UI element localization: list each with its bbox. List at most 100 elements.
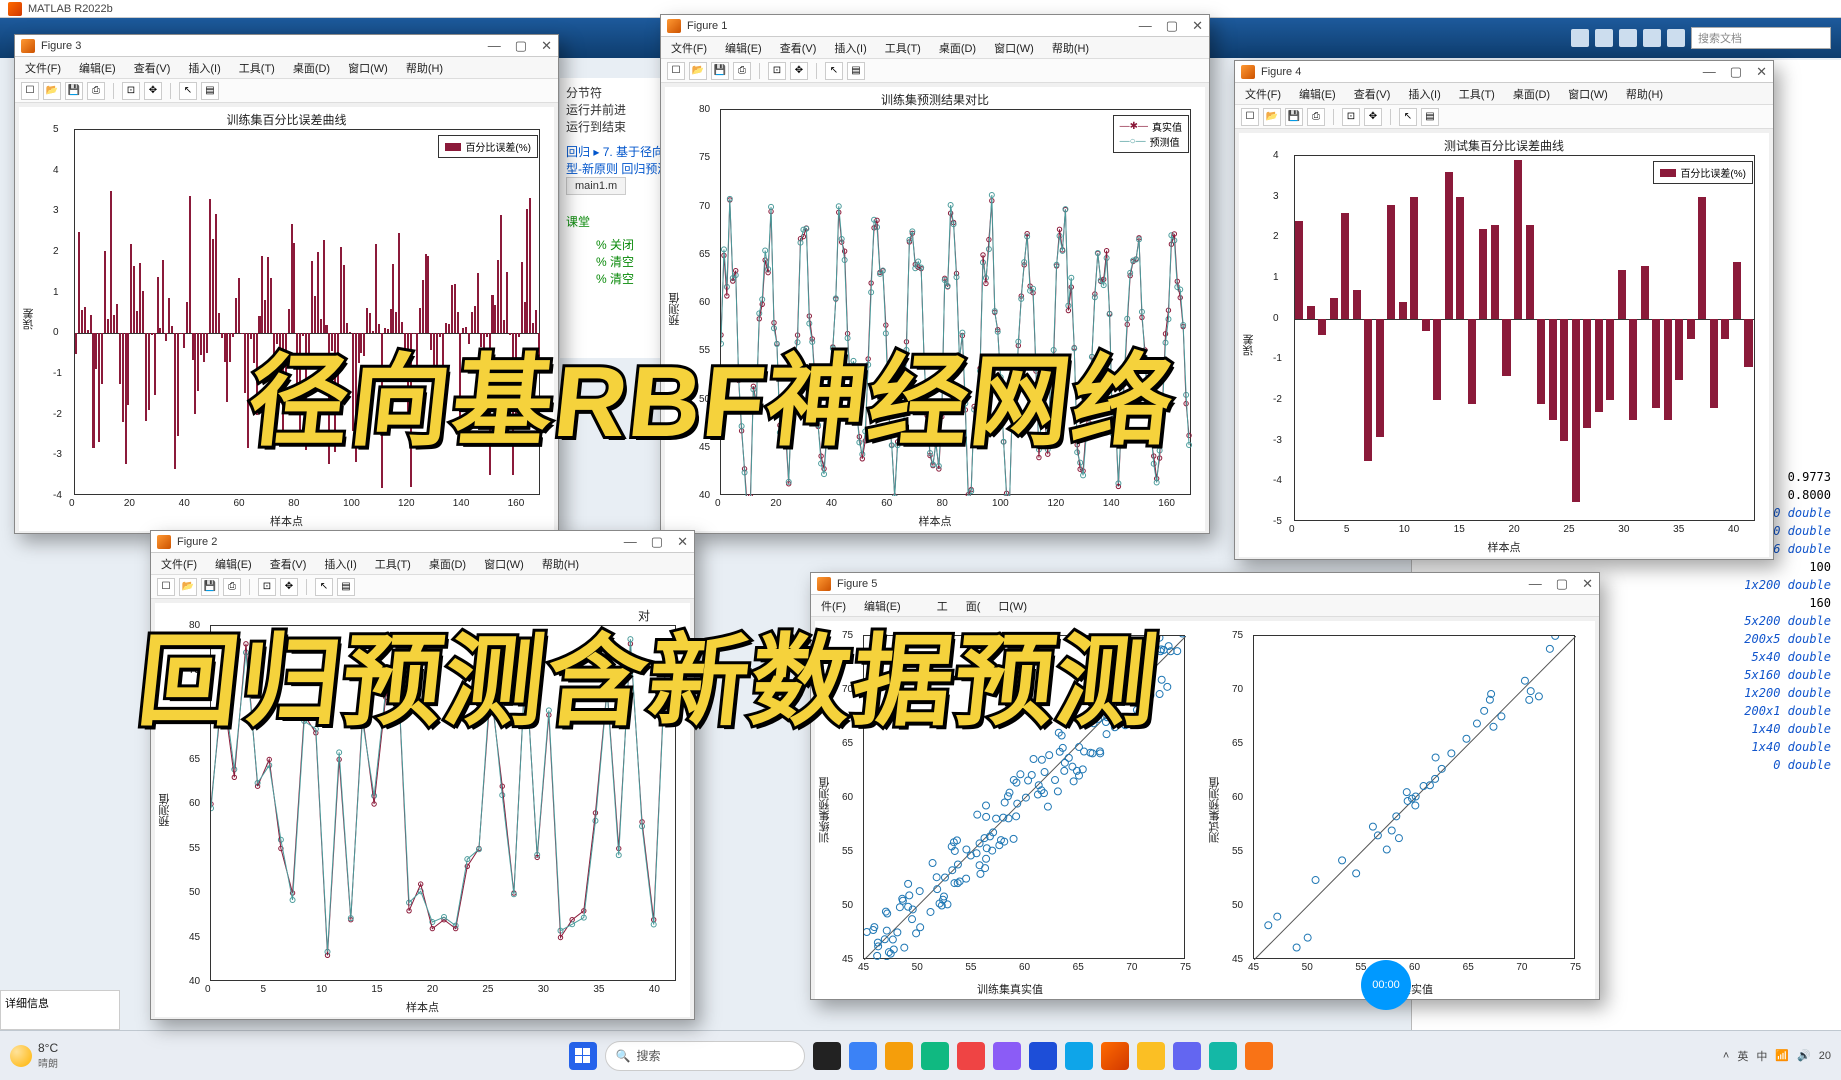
volume-icon[interactable]: 🔊 [1797,1049,1811,1062]
menu-item[interactable]: 窗口(W) [348,60,388,76]
windows-taskbar[interactable]: 8°C晴朗 🔍搜索 ˄ 英 中 📶 🔊 20 [0,1030,1841,1080]
close-icon[interactable]: ✕ [1582,576,1593,592]
menu-item[interactable]: 查看(V) [1354,86,1391,102]
new-icon[interactable]: ☐ [157,578,175,596]
menu-item[interactable]: 编辑(E) [725,40,762,56]
zoom-icon[interactable]: ⊡ [768,62,786,80]
matlab-app-icon[interactable] [1101,1042,1129,1070]
menu-item[interactable]: 工具(T) [375,556,411,572]
pointer-icon[interactable]: ↖ [1399,108,1417,126]
save-icon[interactable]: 💾 [65,82,83,100]
app-icon[interactable] [921,1042,949,1070]
app-icon[interactable] [849,1042,877,1070]
system-tray[interactable]: ˄ 英 中 📶 🔊 20 [1723,1048,1831,1064]
close-icon[interactable]: ✕ [677,534,688,550]
minimize-icon[interactable]: — [624,534,637,550]
menu-item[interactable]: 插入(I) [834,40,866,56]
menu-item[interactable]: 窗口(W) [484,556,524,572]
menu-item[interactable]: 插入(I) [1408,86,1440,102]
open-icon[interactable]: 📂 [179,578,197,596]
menu-item[interactable]: 窗口(W) [994,40,1034,56]
menu-item[interactable]: 桌面(D) [939,40,976,56]
figure-menubar[interactable]: 文件(F)编辑(E)查看(V)插入(I)工具(T)桌面(D)窗口(W)帮助(H) [15,57,558,79]
app-icon[interactable] [957,1042,985,1070]
menu-item[interactable]: 文件(F) [671,40,707,56]
save-icon[interactable]: 💾 [711,62,729,80]
menu-item[interactable]: 窗口(W) [1568,86,1608,102]
app-icon[interactable] [1065,1042,1093,1070]
maximize-icon[interactable]: ▢ [651,534,663,550]
close-icon[interactable]: ✕ [1756,64,1767,80]
databrush-icon[interactable]: ▤ [337,578,355,596]
pan-icon[interactable]: ✥ [1364,108,1382,126]
menu-item[interactable]: 帮助(H) [1052,40,1089,56]
app-icon[interactable] [1173,1042,1201,1070]
menu-item[interactable]: 文件(F) [161,556,197,572]
menu-item[interactable]: 插入(I) [324,556,356,572]
help-icon[interactable] [1667,29,1685,47]
maximize-icon[interactable]: ▢ [515,38,527,54]
menu-item[interactable]: 查看(V) [270,556,307,572]
menu-item[interactable]: 桌面(D) [429,556,466,572]
figure-menubar[interactable]: 文件(F) 编辑(E) 查看(V) 插入(I) 工具(T) 桌面(D) 窗口(W) 帮助(H) [151,553,694,575]
figure-titlebar[interactable]: Figure 4 —▢✕ [1235,61,1773,83]
menu-item[interactable]: 插入(I) [188,60,220,76]
wifi-icon[interactable]: 📶 [1775,1049,1789,1062]
app-icon[interactable] [813,1042,841,1070]
figure-menubar[interactable]: 文件(F)编辑(E)查看(V)插入(I)工具(T)桌面(D)窗口(W)帮助(H) [661,37,1209,59]
ime-indicator[interactable]: 中 [1756,1048,1767,1064]
maximize-icon[interactable]: ▢ [1166,18,1178,34]
weather-widget[interactable]: 8°C晴朗 [10,1041,58,1070]
copy-icon[interactable] [1619,29,1637,47]
menu-item[interactable]: 工具(T) [885,40,921,56]
print-icon[interactable]: ⎙ [733,62,751,80]
figure-menubar[interactable]: 文件(F)编辑(E)查看(V)插入(I)工具(T)桌面(D)窗口(W)帮助(H) [1235,83,1773,105]
databrush-icon[interactable]: ▤ [847,62,865,80]
pan-icon[interactable]: ✥ [790,62,808,80]
print-icon[interactable]: ⎙ [87,82,105,100]
menu-item[interactable]: 桌面(D) [293,60,330,76]
figure-titlebar[interactable]: Figure 1 —▢✕ [661,15,1209,37]
databrush-icon[interactable]: ▤ [1421,108,1439,126]
save-icon[interactable]: 💾 [201,578,219,596]
start-button[interactable] [569,1042,597,1070]
app-icon[interactable] [1209,1042,1237,1070]
menu-item[interactable]: 编辑(E) [215,556,252,572]
menu-item[interactable]: 工具(T) [1459,86,1495,102]
print-icon[interactable]: ⎙ [223,578,241,596]
print-icon[interactable]: ⎙ [1307,108,1325,126]
pan-icon[interactable]: ✥ [144,82,162,100]
chevron-up-icon[interactable]: ˄ [1723,1050,1729,1062]
save-icon[interactable]: 💾 [1285,108,1303,126]
open-icon[interactable]: 📂 [43,82,61,100]
open-icon[interactable]: 📂 [689,62,707,80]
minimize-icon[interactable]: — [488,38,501,54]
databrush-icon[interactable]: ▤ [201,82,219,100]
minimize-icon[interactable]: — [1139,18,1152,34]
app-icon[interactable] [1137,1042,1165,1070]
menu-item[interactable]: 编辑(E) [79,60,116,76]
figure-toolbar[interactable]: ☐ 📂 💾 ⎙ ⊡ ✥ ↖ ▤ [661,59,1209,83]
paste-icon[interactable] [1643,29,1661,47]
lang-indicator[interactable]: 英 [1737,1048,1748,1064]
figure-titlebar[interactable]: Figure 2 —▢✕ [151,531,694,553]
close-icon[interactable]: ✕ [541,38,552,54]
figure-titlebar[interactable]: Figure 5 —▢✕ [811,573,1599,595]
app-icon[interactable] [1029,1042,1057,1070]
cut-icon[interactable] [1595,29,1613,47]
minimize-icon[interactable]: — [1529,576,1542,592]
menu-item[interactable]: 查看(V) [134,60,171,76]
menu-item[interactable]: 文件(F) [1245,86,1281,102]
new-icon[interactable]: ☐ [667,62,685,80]
save-icon[interactable] [1571,29,1589,47]
close-icon[interactable]: ✕ [1192,18,1203,34]
pointer-icon[interactable]: ↖ [179,82,197,100]
figure-toolbar[interactable]: ☐ 📂 💾 ⎙ ⊡ ✥ ↖ ▤ [15,79,558,103]
pointer-icon[interactable]: ↖ [825,62,843,80]
new-icon[interactable]: ☐ [1241,108,1259,126]
open-icon[interactable]: 📂 [1263,108,1281,126]
taskbar-search[interactable]: 🔍搜索 [605,1041,805,1071]
menu-item[interactable]: 帮助(H) [542,556,579,572]
minimize-icon[interactable]: — [1703,64,1716,80]
menu-item[interactable]: 工具(T) [239,60,275,76]
